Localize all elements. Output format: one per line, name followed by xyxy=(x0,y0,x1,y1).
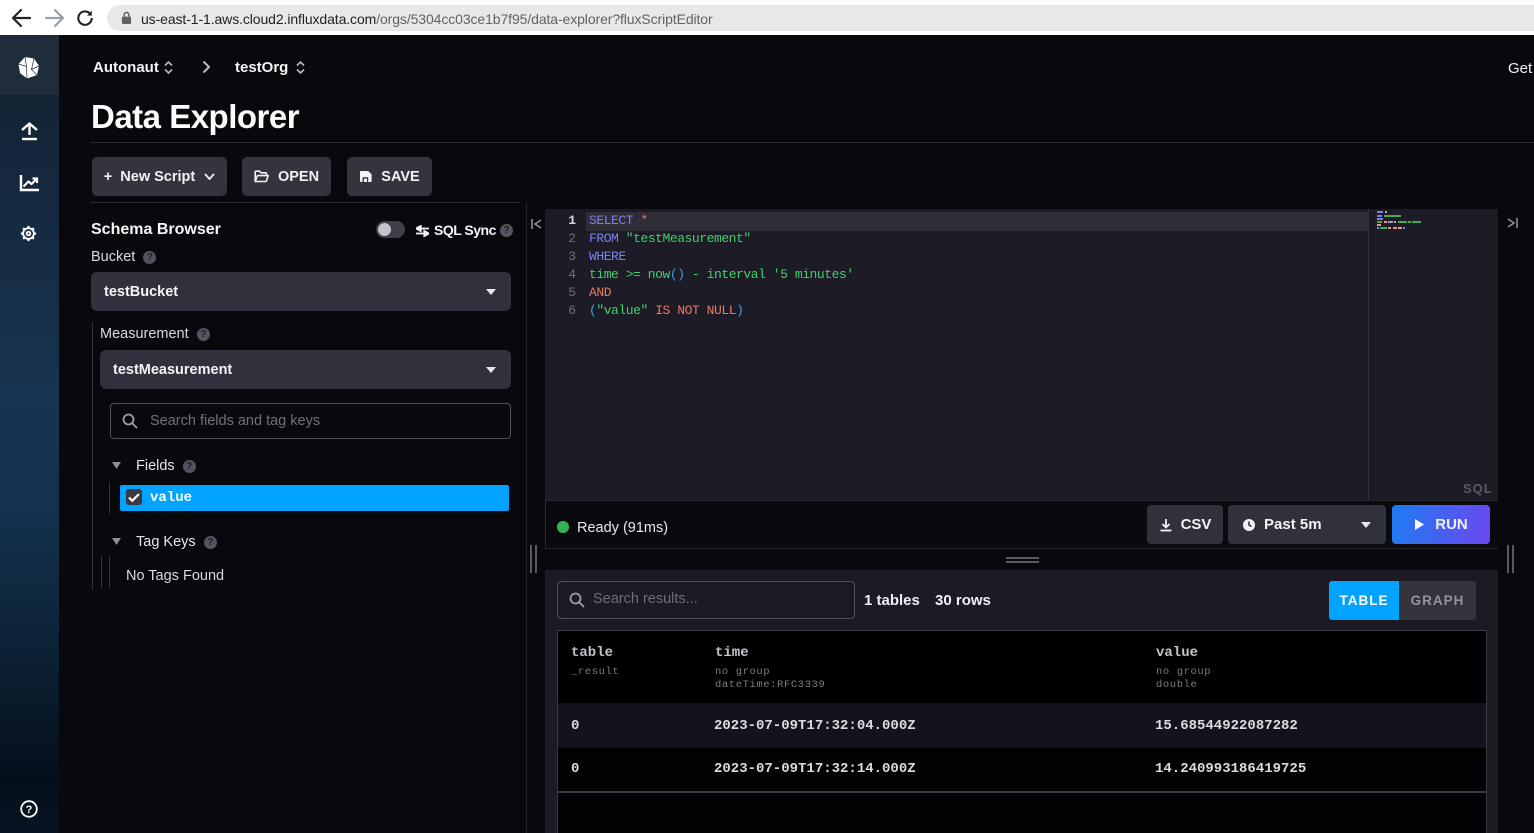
svg-text:?: ? xyxy=(26,804,33,816)
